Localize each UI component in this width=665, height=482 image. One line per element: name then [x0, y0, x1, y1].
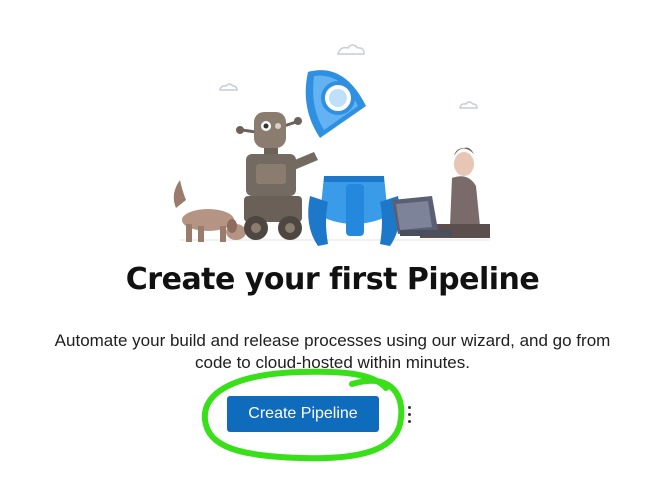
more-vertical-icon[interactable]: [401, 400, 417, 428]
rocket-base: [308, 176, 400, 246]
description-line: Automate your build and release processe…: [54, 331, 611, 350]
robot-figure: [236, 112, 318, 240]
dot: [407, 405, 411, 409]
dog-figure: [173, 180, 246, 242]
dot: [407, 412, 411, 416]
dot: [407, 419, 411, 423]
rocket-top: [305, 70, 366, 138]
pipelines-empty-state: Create your first Pipeline Automate your…: [0, 0, 665, 482]
description-text: Automate your build and release processe…: [40, 330, 625, 374]
pipeline-illustration: [173, 44, 490, 246]
description-line: code to cloud-hosted within minutes.: [195, 353, 470, 372]
action-row: Create Pipeline: [0, 396, 665, 432]
page-title: Create your first Pipeline: [125, 262, 540, 297]
create-pipeline-button[interactable]: Create Pipeline: [227, 396, 379, 432]
person-figure: [392, 147, 490, 238]
